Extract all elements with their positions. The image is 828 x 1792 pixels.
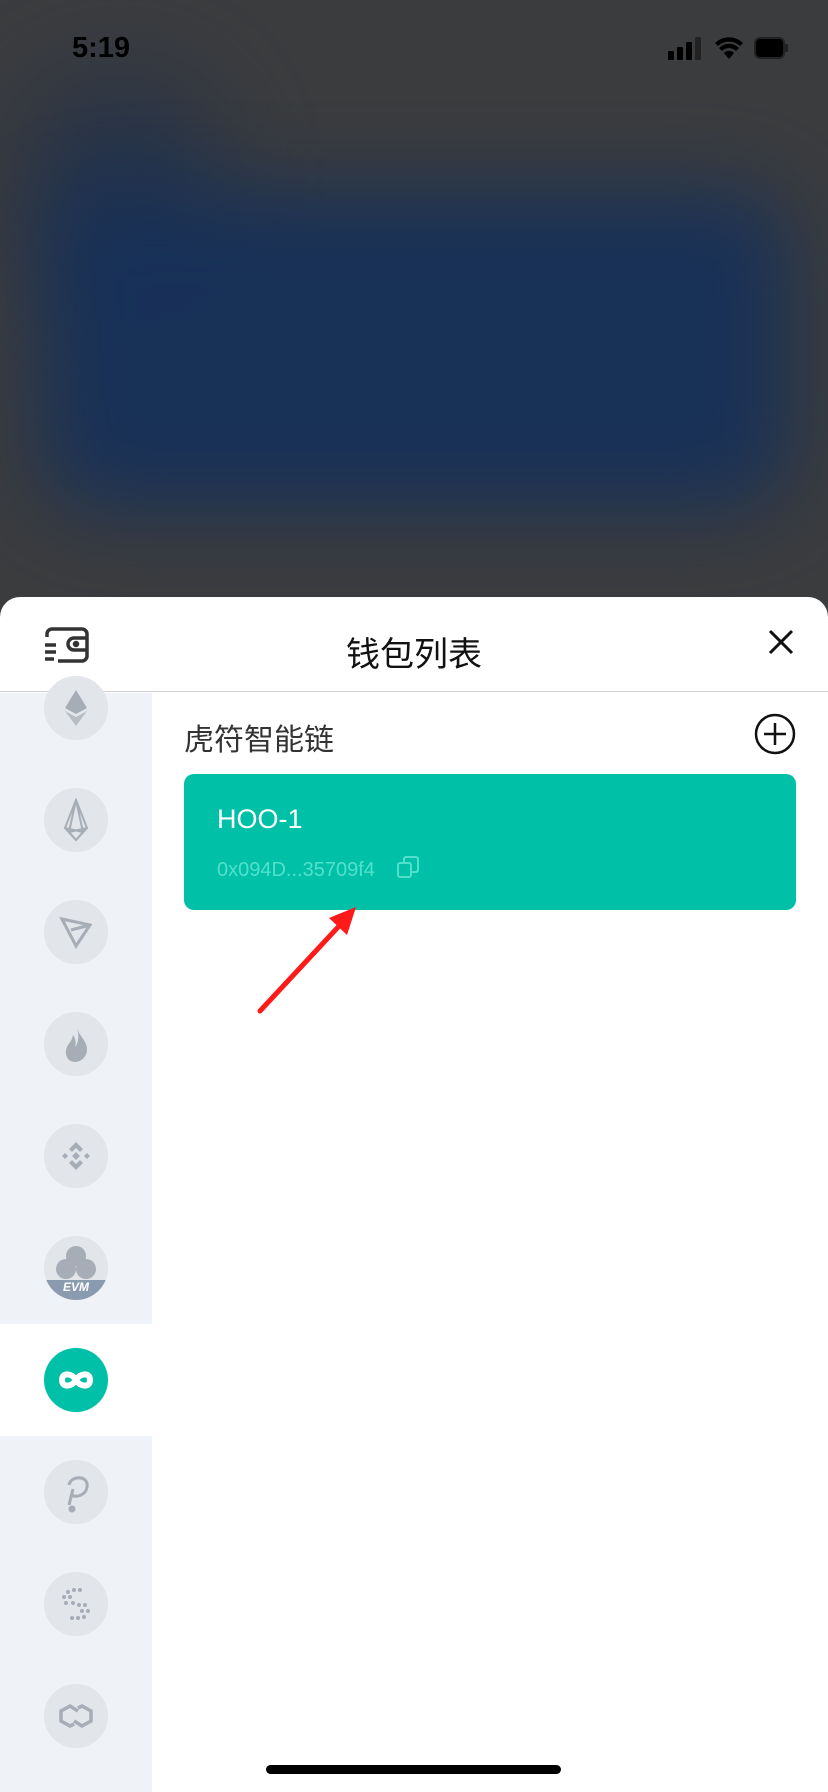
- close-icon[interactable]: [768, 629, 794, 660]
- polygon-icon: [44, 1684, 108, 1748]
- evm-badge: EVM: [62, 1280, 89, 1294]
- hoo-chain-icon: [44, 1348, 108, 1412]
- wallet-list-panel: 虎符智能链 HOO-1 0x094D...35709f4: [152, 693, 828, 1792]
- copy-icon[interactable]: [396, 856, 419, 884]
- chain-item-eos[interactable]: [0, 764, 152, 876]
- chain-item-ethereum[interactable]: [0, 652, 152, 764]
- wallet-name: HOO-1: [217, 804, 303, 834]
- ethereum-icon: [44, 676, 108, 740]
- chain-item-polkadot[interactable]: [0, 1436, 152, 1548]
- wallet-card[interactable]: HOO-1 0x094D...35709f4: [184, 774, 796, 910]
- home-indicator[interactable]: [266, 1765, 561, 1774]
- chain-item-binance[interactable]: [0, 1100, 152, 1212]
- chain-item-tron[interactable]: [0, 876, 152, 988]
- status-time: 5:19: [72, 32, 131, 64]
- chain-section-title: 虎符智能链: [184, 724, 334, 757]
- wallet-list-sheet: 钱包列表 EVM 虎符智能链 HOO-1 0x094D...35709f4: [0, 597, 828, 1792]
- binance-icon: [44, 1124, 108, 1188]
- iotex-icon: [44, 1572, 108, 1636]
- chain-item-iotex[interactable]: [0, 1548, 152, 1660]
- wifi-icon: [715, 37, 743, 59]
- battery-icon: [754, 37, 788, 59]
- tron-icon: [44, 900, 108, 964]
- chain-item-heco[interactable]: [0, 988, 152, 1100]
- signal-icon: [668, 37, 701, 60]
- chain-sidebar[interactable]: EVM: [0, 676, 152, 1792]
- evm-icon: EVM: [44, 1236, 108, 1300]
- status-bar: 5:19: [0, 0, 828, 100]
- add-circle-icon[interactable]: [754, 713, 796, 760]
- chain-item-evm[interactable]: EVM: [0, 1212, 152, 1324]
- heco-flame-icon: [44, 1012, 108, 1076]
- eos-icon: [44, 788, 108, 852]
- chain-item-polygon[interactable]: [0, 1660, 152, 1772]
- background-blur: [40, 190, 790, 510]
- polkadot-icon: [44, 1460, 108, 1524]
- wallet-address: 0x094D...35709f4: [217, 858, 375, 881]
- chain-item-hoo[interactable]: [0, 1324, 152, 1436]
